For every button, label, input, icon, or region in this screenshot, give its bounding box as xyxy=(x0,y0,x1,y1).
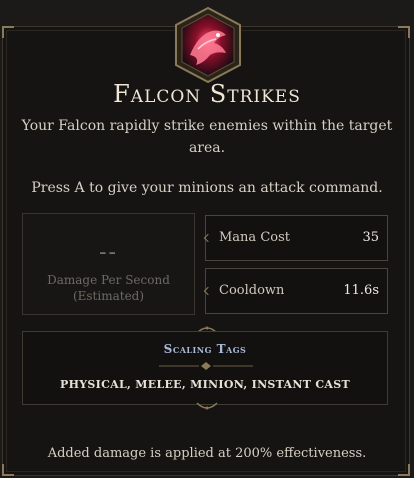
mana-cost-box: Mana Cost 35 xyxy=(203,215,388,261)
scaling-tags-title: Scaling Tags xyxy=(163,342,247,356)
mana-cost-value: 35 xyxy=(362,230,379,245)
dps-label: Damage Per Second (Estimated) xyxy=(47,273,170,303)
stat-ornament xyxy=(203,233,213,243)
corner-ornament xyxy=(2,464,14,476)
command-hint: Press A to give your minions an attack c… xyxy=(31,180,383,196)
corner-ornament xyxy=(398,464,410,476)
cooldown-value: 11.6s xyxy=(343,283,379,298)
falcon-strikes-icon xyxy=(168,5,248,85)
dps-box: -- Damage Per Second (Estimated) xyxy=(22,213,195,315)
scaling-tags-box: Scaling Tags PHYSICAL, MELEE, MINION, IN… xyxy=(22,331,388,405)
skill-title: Falcon Strikes xyxy=(113,80,301,108)
cooldown-box: Cooldown 11.6s xyxy=(203,268,388,314)
tags-bottom-ornament xyxy=(196,402,218,410)
divider-ornament xyxy=(159,362,253,370)
corner-ornament xyxy=(398,26,410,38)
mana-cost-label: Mana Cost xyxy=(219,230,290,245)
skill-description: Your Falcon rapidly strike enemies withi… xyxy=(21,118,393,156)
scaling-tags-list: PHYSICAL, MELEE, MINION, INSTANT CAST xyxy=(60,378,350,391)
effectiveness-note: Added damage is applied at 200% effectiv… xyxy=(47,446,367,461)
cooldown-label: Cooldown xyxy=(219,283,285,298)
corner-ornament xyxy=(2,26,14,38)
stat-ornament xyxy=(203,286,213,296)
dps-value: -- xyxy=(99,240,118,265)
